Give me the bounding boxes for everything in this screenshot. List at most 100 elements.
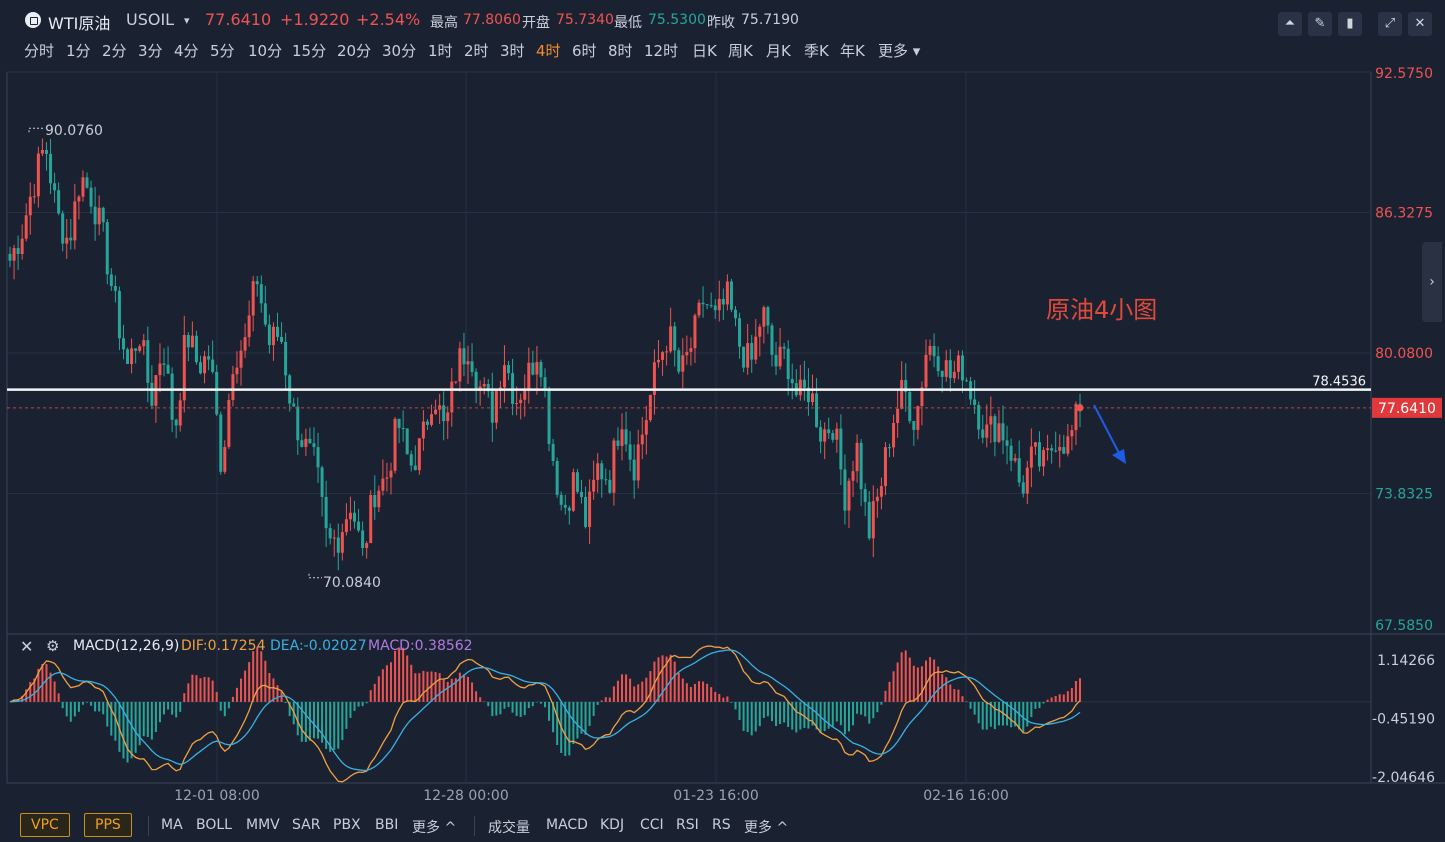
candlestick-chart[interactable]: 92.5750 86.3275 80.0800 73.8325 67.5850 12-01… <box>0 0 1445 842</box>
candle-body <box>259 284 263 304</box>
period-7[interactable]: 10分 <box>248 40 282 61</box>
period-21[interactable]: 季K <box>804 40 829 61</box>
candle-body <box>689 348 693 352</box>
period-18[interactable]: 日K <box>692 40 717 61</box>
candle-body <box>89 187 93 207</box>
low-label: 最低 <box>614 15 642 31</box>
candle-body <box>134 348 138 351</box>
candle-body <box>584 496 588 527</box>
candle-body <box>531 362 535 375</box>
period-15[interactable]: 6时 <box>572 40 597 61</box>
sub-indicator-1[interactable]: 成交量 <box>488 817 530 837</box>
period-16[interactable]: 8时 <box>608 40 633 61</box>
draw-tool-icon[interactable]: ✎ <box>1308 12 1332 36</box>
candle-body <box>316 447 320 468</box>
candle-body <box>389 470 393 478</box>
candle-body <box>1046 448 1050 451</box>
candle-body <box>778 346 782 367</box>
period-2[interactable]: 1分 <box>66 40 91 61</box>
candle-body <box>616 440 620 446</box>
period-1[interactable]: 分时 <box>24 40 54 61</box>
candle-body <box>827 429 831 434</box>
sub-indicator-7[interactable]: 更多 ^ <box>744 817 788 837</box>
candle-body <box>454 381 458 383</box>
main-indicator-6[interactable]: BBI <box>375 817 398 833</box>
period-10[interactable]: 30分 <box>382 40 416 61</box>
candle-body <box>896 408 900 424</box>
candle-body <box>766 307 770 326</box>
period-14[interactable]: 4时 <box>536 40 561 61</box>
low-label: 70.0840 <box>323 575 381 591</box>
candle-body <box>16 248 20 255</box>
candle-body <box>665 351 669 353</box>
main-indicator-1[interactable]: MA <box>161 817 183 833</box>
candle-body <box>166 364 170 374</box>
main-indicator-4[interactable]: SAR <box>292 817 320 833</box>
candle-body <box>126 349 130 365</box>
candle-body <box>150 382 154 406</box>
main-indicator-7[interactable]: 更多 ^ <box>412 817 456 837</box>
high-label: 90.0760 <box>45 123 103 139</box>
line-chart-icon[interactable]: ⏶ <box>1278 12 1302 36</box>
sub-indicator-3[interactable]: KDJ <box>600 817 624 833</box>
main-indicator-5[interactable]: PBX <box>333 817 361 833</box>
period-11[interactable]: 1时 <box>428 40 453 61</box>
candle-body <box>231 374 235 401</box>
symbol-dropdown-icon[interactable]: ▾ <box>184 14 190 27</box>
candle-body <box>823 429 827 442</box>
candle-style-icon[interactable]: ▮ <box>1338 12 1362 36</box>
side-panel-toggle[interactable]: › <box>1422 242 1442 322</box>
period-19[interactable]: 周K <box>728 40 753 61</box>
candle-body <box>628 444 632 460</box>
period-5[interactable]: 4分 <box>174 40 199 61</box>
candle-body <box>243 337 247 351</box>
indicator-toolbar: VPC PPS MA BOLL MMV SAR PBX BBI 更多 ^ 成交量 MACD KDJ CC… <box>0 808 1445 842</box>
candle-body <box>353 512 357 522</box>
sub-indicator-6[interactable]: RS <box>712 817 731 833</box>
period-22[interactable]: 年K <box>840 40 865 61</box>
candle-body <box>138 346 142 351</box>
candle-body <box>40 149 44 154</box>
symbol-code[interactable]: USOIL <box>126 10 174 29</box>
period-12[interactable]: 2时 <box>464 40 489 61</box>
candle-body <box>1009 445 1013 461</box>
chip-pps[interactable]: PPS <box>84 813 132 837</box>
main-indicator-2[interactable]: BOLL <box>196 817 232 833</box>
expand-icon[interactable]: ⤢ <box>1378 12 1402 36</box>
candle-body <box>369 495 373 544</box>
period-20[interactable]: 月K <box>766 40 791 61</box>
candle-body <box>1005 440 1009 446</box>
close-icon[interactable]: ✕ <box>1408 12 1432 36</box>
candle-body <box>1001 423 1005 441</box>
candle-body <box>875 496 879 502</box>
main-indicator-3[interactable]: MMV <box>246 817 280 833</box>
sub-indicator-2[interactable]: MACD <box>546 817 588 833</box>
high-value: 77.8060 <box>463 12 521 28</box>
symbol-header: WTI原油 USOIL ▾ 77.6410 +1.9220 +2.54% 最高 … <box>0 0 1445 40</box>
settings-icon[interactable]: ⚙ <box>46 637 59 655</box>
candle-body <box>8 253 12 261</box>
period-17[interactable]: 12时 <box>644 40 678 61</box>
candle-body <box>632 459 636 481</box>
candle-body <box>924 354 928 388</box>
period-3[interactable]: 2分 <box>102 40 127 61</box>
period-23[interactable]: 更多 ▾ <box>878 40 920 61</box>
chip-vpc[interactable]: VPC <box>20 813 70 837</box>
period-8[interactable]: 15分 <box>292 40 326 61</box>
candle-body <box>308 438 312 444</box>
candle-body <box>738 318 742 347</box>
sub-indicator-4[interactable]: CCI <box>640 817 664 833</box>
period-4[interactable]: 3分 <box>138 40 163 61</box>
candle-body <box>36 153 40 197</box>
sub-indicator-5[interactable]: RSI <box>676 817 699 833</box>
period-13[interactable]: 3时 <box>500 40 525 61</box>
candle-body <box>507 365 511 374</box>
candle-body <box>819 427 823 442</box>
close-indicator-icon[interactable]: ✕ <box>20 637 33 656</box>
x-tick-label: 02-16 16:00 <box>923 788 1008 804</box>
candle-body <box>851 471 855 481</box>
candle-body <box>442 405 446 422</box>
candle-body <box>255 281 259 285</box>
period-9[interactable]: 20分 <box>337 40 371 61</box>
period-6[interactable]: 5分 <box>210 40 235 61</box>
